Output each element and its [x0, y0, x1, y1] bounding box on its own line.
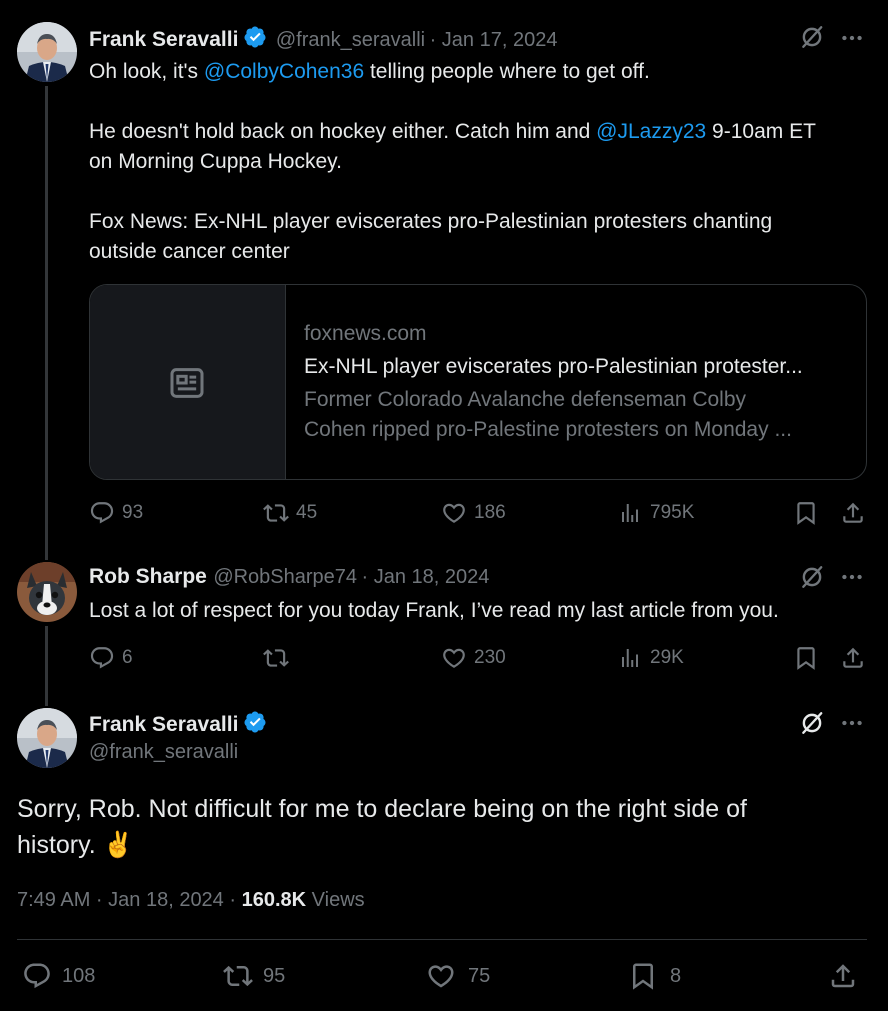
like-count: 230 — [474, 647, 506, 668]
thread-line — [45, 86, 48, 560]
share-icon — [840, 500, 866, 526]
repost-icon — [223, 961, 253, 991]
tweet-actions: 6 230 29K — [89, 644, 867, 672]
reply-count: 93 — [122, 502, 144, 523]
tweet-actions: 108 95 75 8 — [22, 961, 862, 991]
views-count: 29K — [650, 647, 684, 668]
tweet-date[interactable]: · Jan 17, 2024 — [430, 29, 558, 51]
tweet-line-5: outside cancer center — [89, 240, 290, 263]
like-count: 186 — [474, 502, 506, 523]
repost-icon — [263, 500, 289, 526]
link-card-title: Ex-NHL player eviscerates pro-Palestinia… — [304, 355, 803, 378]
reply-icon — [89, 645, 115, 671]
bookmark-icon — [793, 645, 819, 671]
like-icon — [441, 645, 467, 671]
tweet-line-3: on Morning Cuppa Hockey. — [89, 150, 342, 173]
avatar-rob[interactable] — [17, 562, 77, 622]
reply-button[interactable]: 93 — [89, 500, 143, 526]
reply-button[interactable]: 108 — [22, 961, 95, 991]
repost-count: 95 — [263, 964, 286, 987]
share-button[interactable] — [840, 645, 866, 671]
views-button[interactable]: 795K — [618, 501, 694, 525]
bookmark-button[interactable] — [793, 645, 819, 671]
like-count: 75 — [468, 964, 491, 987]
author-handle[interactable]: @frank_seravalli — [276, 29, 425, 51]
repost-icon — [263, 645, 289, 671]
avatar-frank-image — [17, 708, 77, 768]
tweet-line-2: He doesn't hold back on hockey either. C… — [89, 120, 816, 143]
tweet-timestamp[interactable]: 7:49 AM · Jan 18, 2024 · — [17, 889, 242, 911]
repost-count: 45 — [296, 502, 318, 523]
share-button[interactable] — [828, 961, 858, 991]
tweet-line-4: Fox News: Ex-NHL player eviscerates pro-… — [89, 210, 773, 233]
reply-icon — [89, 500, 115, 526]
mention-link[interactable]: @ColbyCohen36 — [204, 60, 364, 83]
link-card-description: Former Colorado Avalanche defenseman Col… — [304, 388, 747, 411]
tweet-date[interactable]: · Jan 18, 2024 — [362, 566, 490, 588]
avatar-frank[interactable] — [17, 22, 77, 82]
views-button[interactable]: 29K — [618, 646, 684, 670]
share-icon — [840, 645, 866, 671]
link-card-domain: foxnews.com — [304, 322, 427, 345]
share-button[interactable] — [840, 500, 866, 526]
repost-button[interactable] — [263, 645, 296, 671]
reply-count: 6 — [122, 647, 133, 668]
repost-button[interactable]: 45 — [263, 500, 317, 526]
grok-icon[interactable] — [799, 24, 825, 55]
link-card[interactable]: foxnews.com Ex-NHL player eviscerates pr… — [89, 284, 867, 480]
author-name[interactable]: Rob Sharpe — [89, 565, 207, 588]
like-button[interactable]: 186 — [441, 500, 506, 526]
article-icon — [167, 363, 207, 408]
more-options-icon[interactable] — [839, 25, 865, 56]
link-card-thumbnail — [90, 285, 286, 479]
repost-button[interactable]: 95 — [223, 961, 285, 991]
like-button[interactable]: 230 — [441, 645, 506, 671]
bookmark-count: 8 — [670, 964, 682, 987]
bookmark-icon — [628, 961, 658, 991]
verified-badge-icon — [243, 25, 267, 54]
author-name[interactable]: Frank Seravalli — [89, 713, 238, 736]
reply-icon — [22, 961, 52, 991]
tweet-actions: 93 45 186 795K — [89, 499, 867, 527]
reply-count: 108 — [62, 964, 96, 987]
reply-button[interactable]: 6 — [89, 645, 133, 671]
tweet-line-1: Oh look, it's @ColbyCohen36 telling peop… — [89, 60, 650, 83]
tweet-text: Lost a lot of respect for you today Fran… — [89, 599, 779, 622]
bookmark-button[interactable] — [793, 500, 819, 526]
divider — [17, 939, 867, 940]
avatar-frank-image — [17, 22, 77, 82]
verified-badge-icon — [243, 710, 267, 739]
avatar-rob-image — [17, 562, 77, 622]
views-icon — [618, 501, 642, 525]
tweet-text: Oh look, it's @ColbyCohen36 telling peop… — [89, 57, 869, 267]
views-count: 795K — [650, 502, 695, 523]
grok-icon[interactable] — [799, 564, 825, 595]
grok-icon[interactable] — [799, 710, 825, 741]
link-card-description: Cohen ripped pro-Palestine protesters on… — [304, 418, 792, 441]
views-label: Views — [306, 889, 365, 911]
like-button[interactable]: 75 — [426, 961, 490, 991]
bookmark-icon — [793, 500, 819, 526]
like-icon — [426, 961, 456, 991]
views-icon — [618, 646, 642, 670]
thread-line — [45, 626, 48, 706]
tweet-line-1: Sorry, Rob. Not difficult for me to decl… — [17, 795, 748, 823]
tweet-text: Sorry, Rob. Not difficult for me to decl… — [17, 791, 877, 863]
bookmark-button[interactable]: 8 — [628, 961, 681, 991]
author-handle[interactable]: @RobSharpe74 — [213, 566, 357, 588]
more-options-icon[interactable] — [839, 710, 865, 741]
tweet-line-2: history. ✌️ — [17, 831, 134, 859]
mention-link[interactable]: @JLazzy23 — [596, 120, 706, 143]
like-icon — [441, 500, 467, 526]
more-options-icon[interactable] — [839, 564, 865, 595]
author-handle[interactable]: @frank_seravalli — [89, 741, 238, 764]
avatar-frank[interactable] — [17, 708, 77, 768]
views-count: 160.8K — [241, 889, 307, 911]
share-icon — [828, 961, 858, 991]
author-name[interactable]: Frank Seravalli — [89, 28, 238, 51]
